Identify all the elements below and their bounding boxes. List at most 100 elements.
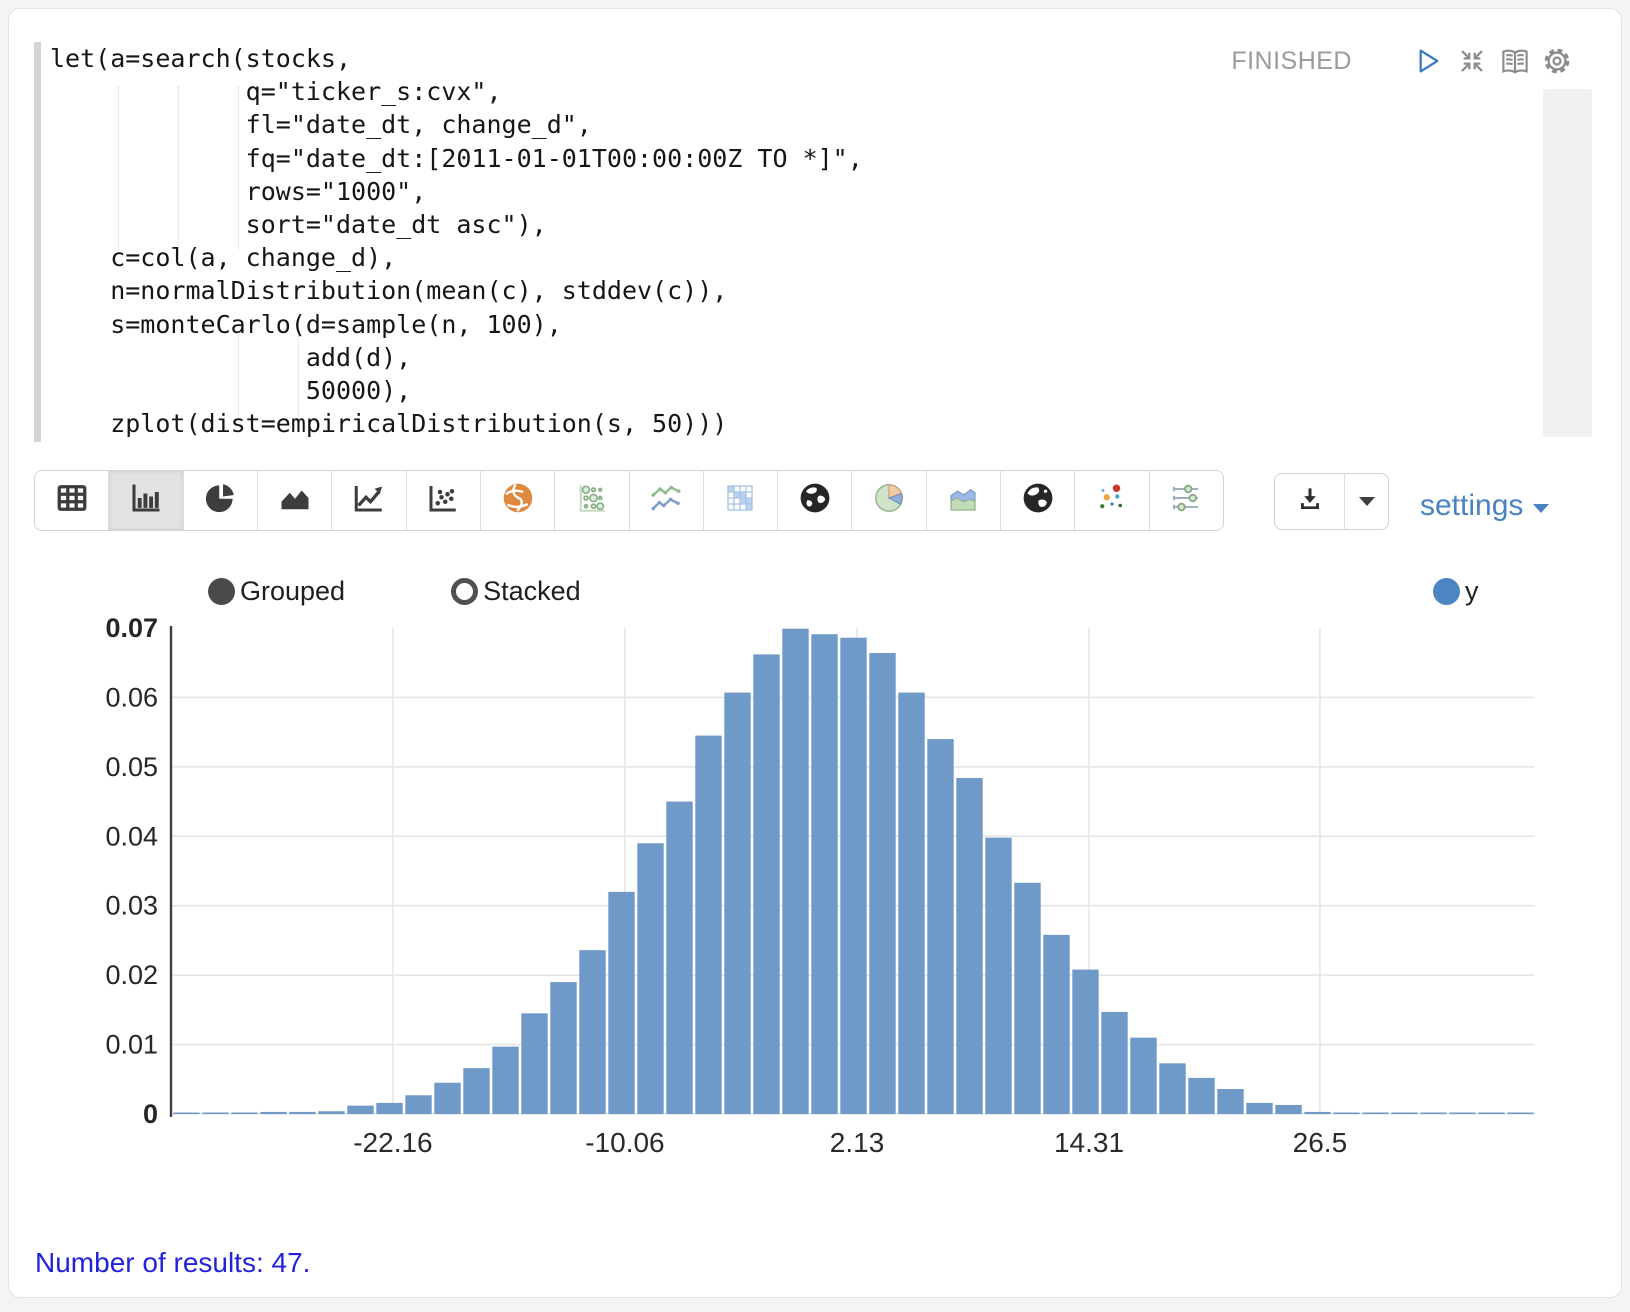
chart-type-scatter-plot-button[interactable] [406, 471, 480, 530]
chart-type-globe-dark-button[interactable] [777, 471, 851, 530]
chart-type-toolbar [34, 470, 1224, 531]
stacked-area-chart-icon [945, 480, 981, 521]
x-tick-label: 26.5 [1293, 1127, 1348, 1158]
chart-type-bar-chart-button[interactable] [108, 471, 182, 530]
bar[interactable] [608, 892, 634, 1114]
bar[interactable] [1217, 1089, 1243, 1114]
bar[interactable] [637, 843, 663, 1114]
bar[interactable] [811, 634, 837, 1114]
chart-type-bubble-matrix-button[interactable] [554, 471, 628, 530]
x-tick-label: 14.31 [1054, 1127, 1124, 1158]
chart-type-heatmap-button[interactable] [703, 471, 777, 530]
bar[interactable] [1043, 935, 1069, 1114]
bar[interactable] [666, 802, 692, 1114]
download-split-button [1274, 473, 1389, 530]
gear-icon[interactable] [1541, 45, 1573, 77]
settings-label: settings [1420, 489, 1523, 523]
bar[interactable] [753, 654, 779, 1114]
bar[interactable] [579, 950, 605, 1114]
bar[interactable] [1014, 883, 1040, 1114]
chart-type-multi-line-chart-button[interactable] [629, 471, 703, 530]
x-tick-label: 2.13 [830, 1127, 885, 1158]
bar[interactable] [695, 736, 721, 1114]
globe-dark-2-icon [1020, 480, 1056, 521]
bar[interactable] [985, 838, 1011, 1114]
paragraph-status: FINISHED [1222, 47, 1352, 76]
bar[interactable] [173, 1113, 199, 1115]
heatmap-icon [722, 480, 758, 521]
bar[interactable] [347, 1106, 373, 1114]
editor-gutter [34, 42, 41, 442]
bar[interactable] [1391, 1113, 1417, 1115]
chart-type-table-button[interactable] [35, 471, 108, 530]
bar[interactable] [782, 629, 808, 1114]
bar[interactable] [550, 982, 576, 1114]
bar[interactable] [318, 1111, 344, 1114]
bar[interactable] [840, 638, 866, 1114]
bar[interactable] [376, 1103, 402, 1114]
download-button[interactable] [1275, 474, 1345, 529]
book-icon[interactable] [1498, 45, 1532, 79]
x-tick-label: -10.06 [585, 1127, 664, 1158]
chart-type-scatter-color-button[interactable] [1074, 471, 1148, 530]
bar[interactable] [463, 1068, 489, 1114]
bar-chart-icon [128, 480, 164, 521]
bar[interactable] [869, 653, 895, 1114]
bar[interactable] [1304, 1112, 1330, 1114]
bar[interactable] [492, 1047, 518, 1114]
bar[interactable] [1275, 1105, 1301, 1114]
y-tick-label: 0.07 [105, 613, 158, 643]
bar[interactable] [1188, 1078, 1214, 1114]
bar[interactable] [1159, 1063, 1185, 1114]
y-tick-label: 0.02 [105, 960, 158, 990]
bar[interactable] [1362, 1113, 1388, 1115]
y-tick-label: 0.06 [105, 682, 158, 712]
settings-link[interactable]: settings [1420, 489, 1549, 523]
pie-chart-pastel-icon [871, 480, 907, 521]
download-options-button[interactable] [1345, 474, 1388, 529]
bar[interactable] [724, 693, 750, 1114]
levels-icon [1168, 480, 1204, 521]
bar[interactable] [1449, 1113, 1475, 1115]
bar[interactable] [1478, 1113, 1504, 1115]
bar[interactable] [1333, 1113, 1359, 1115]
chart-type-pie-chart-button[interactable] [183, 471, 257, 530]
chart-type-levels-button[interactable] [1149, 471, 1223, 530]
collapse-icon[interactable] [1456, 45, 1488, 77]
code-editor[interactable]: let(a=search(stocks, q="ticker_s:cvx", f… [50, 42, 863, 440]
bar[interactable] [1072, 970, 1098, 1114]
chart-type-globe-dark-2-button[interactable] [1000, 471, 1074, 530]
bar[interactable] [434, 1083, 460, 1114]
chart-type-line-chart-button[interactable] [331, 471, 405, 530]
scatter-color-icon [1094, 480, 1130, 521]
download-icon [1295, 484, 1325, 519]
bubble-matrix-icon [574, 480, 610, 521]
bar[interactable] [231, 1113, 257, 1115]
bar[interactable] [289, 1112, 315, 1114]
bar[interactable] [898, 693, 924, 1114]
bar[interactable] [521, 1013, 547, 1114]
globe-dark-icon [797, 480, 833, 521]
bar[interactable] [202, 1113, 228, 1115]
bar[interactable] [1420, 1113, 1446, 1115]
bar[interactable] [260, 1112, 286, 1114]
chart-type-area-chart-button[interactable] [257, 471, 331, 530]
bar[interactable] [927, 739, 953, 1114]
editor-scrollbar[interactable] [1543, 89, 1592, 437]
scatter-plot-icon [425, 480, 461, 521]
run-play-icon[interactable] [1412, 45, 1444, 77]
y-tick-label: 0.03 [105, 891, 158, 921]
chart-type-globe-orange-button[interactable] [480, 471, 554, 530]
pie-chart-icon [202, 480, 238, 521]
bar[interactable] [405, 1095, 431, 1114]
chevron-down-icon [1359, 497, 1375, 506]
bar[interactable] [1101, 1012, 1127, 1114]
bar[interactable] [1246, 1103, 1272, 1114]
chart-type-pie-chart-pastel-button[interactable] [851, 471, 925, 530]
y-tick-label: 0 [143, 1099, 158, 1129]
chevron-down-icon [1533, 504, 1549, 513]
bar[interactable] [1130, 1038, 1156, 1114]
bar[interactable] [1507, 1113, 1533, 1115]
bar[interactable] [956, 778, 982, 1114]
chart-type-stacked-area-chart-button[interactable] [926, 471, 1000, 530]
